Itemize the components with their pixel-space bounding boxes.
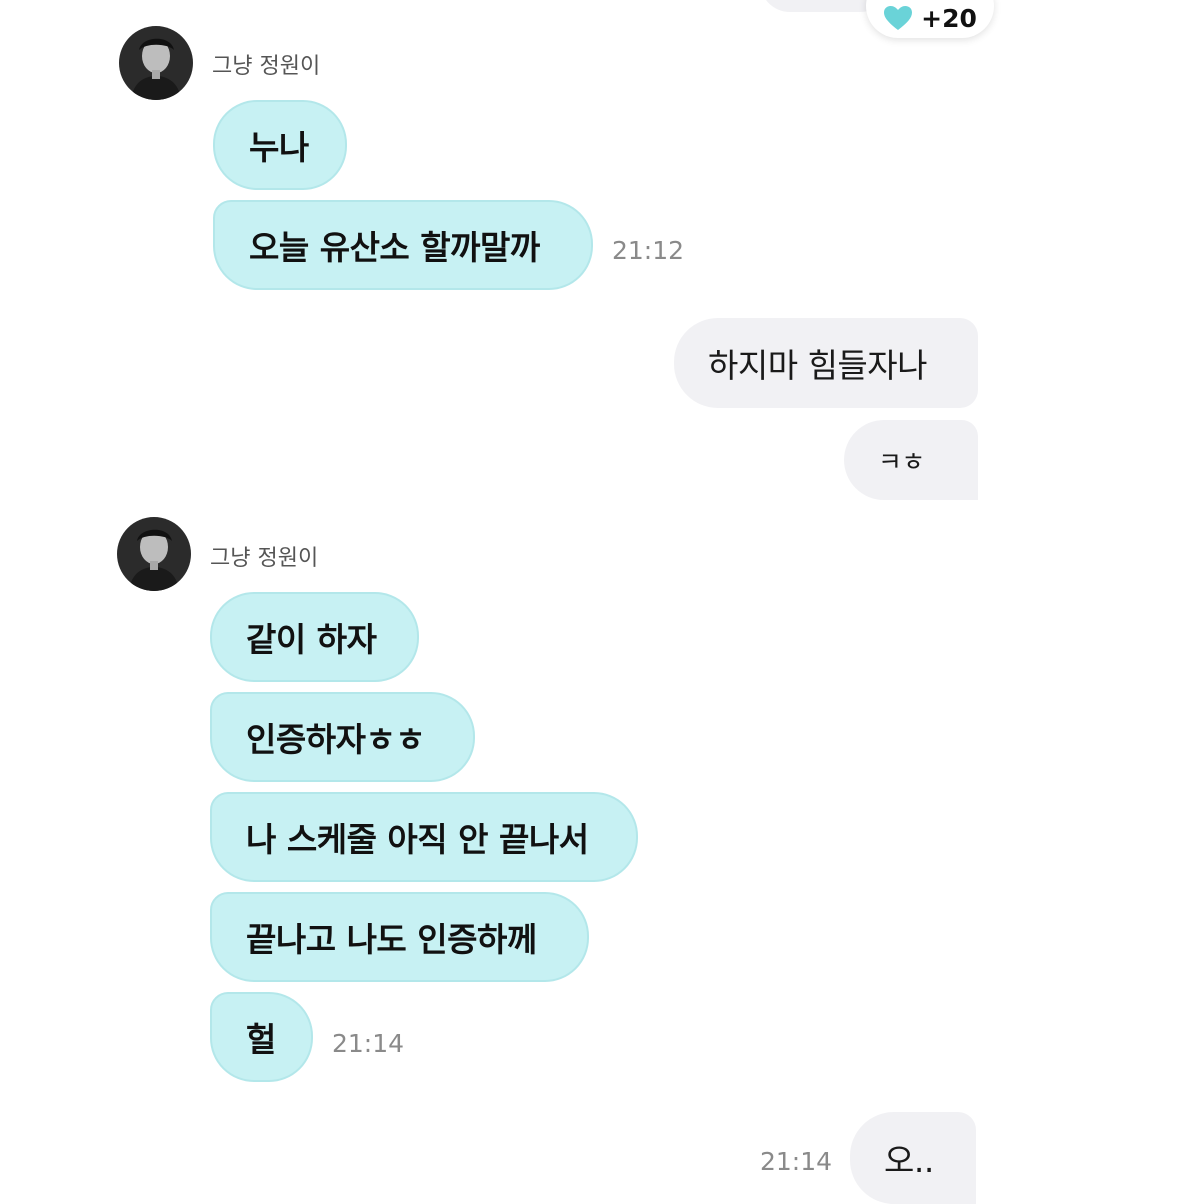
avatar[interactable] [119, 26, 193, 100]
incoming-message-bubble[interactable]: 나 스케줄 아직 안 끝나서 [210, 792, 638, 882]
incoming-message-bubble[interactable]: 누나 [213, 100, 347, 190]
message-timestamp: 21:14 [760, 1147, 833, 1176]
incoming-message-bubble[interactable]: 인증하자ㅎㅎ [210, 692, 475, 782]
incoming-message-bubble[interactable]: 헐 [210, 992, 313, 1082]
incoming-message-bubble[interactable]: 오늘 유산소 할까말까 [213, 200, 593, 290]
reaction-count: +20 [921, 3, 977, 33]
sender-name: 그냥 정원이 [212, 54, 321, 79]
reaction-badge[interactable]: +20 [866, 0, 994, 38]
avatar[interactable] [117, 517, 191, 591]
heart-icon [883, 5, 913, 31]
incoming-message-bubble[interactable]: 같이 하자 [210, 592, 419, 682]
outgoing-message-bubble[interactable]: 하지마 힘들자나 [674, 318, 978, 408]
message-timestamp: 21:14 [332, 1029, 405, 1058]
incoming-message-bubble[interactable]: 끝나고 나도 인증하께 [210, 892, 589, 982]
outgoing-message-bubble[interactable]: 오.. [850, 1112, 976, 1204]
message-timestamp: 21:12 [612, 236, 685, 265]
outgoing-message-bubble[interactable]: ㅋㅎ [844, 420, 978, 500]
sender-name: 그냥 정원이 [210, 546, 319, 571]
